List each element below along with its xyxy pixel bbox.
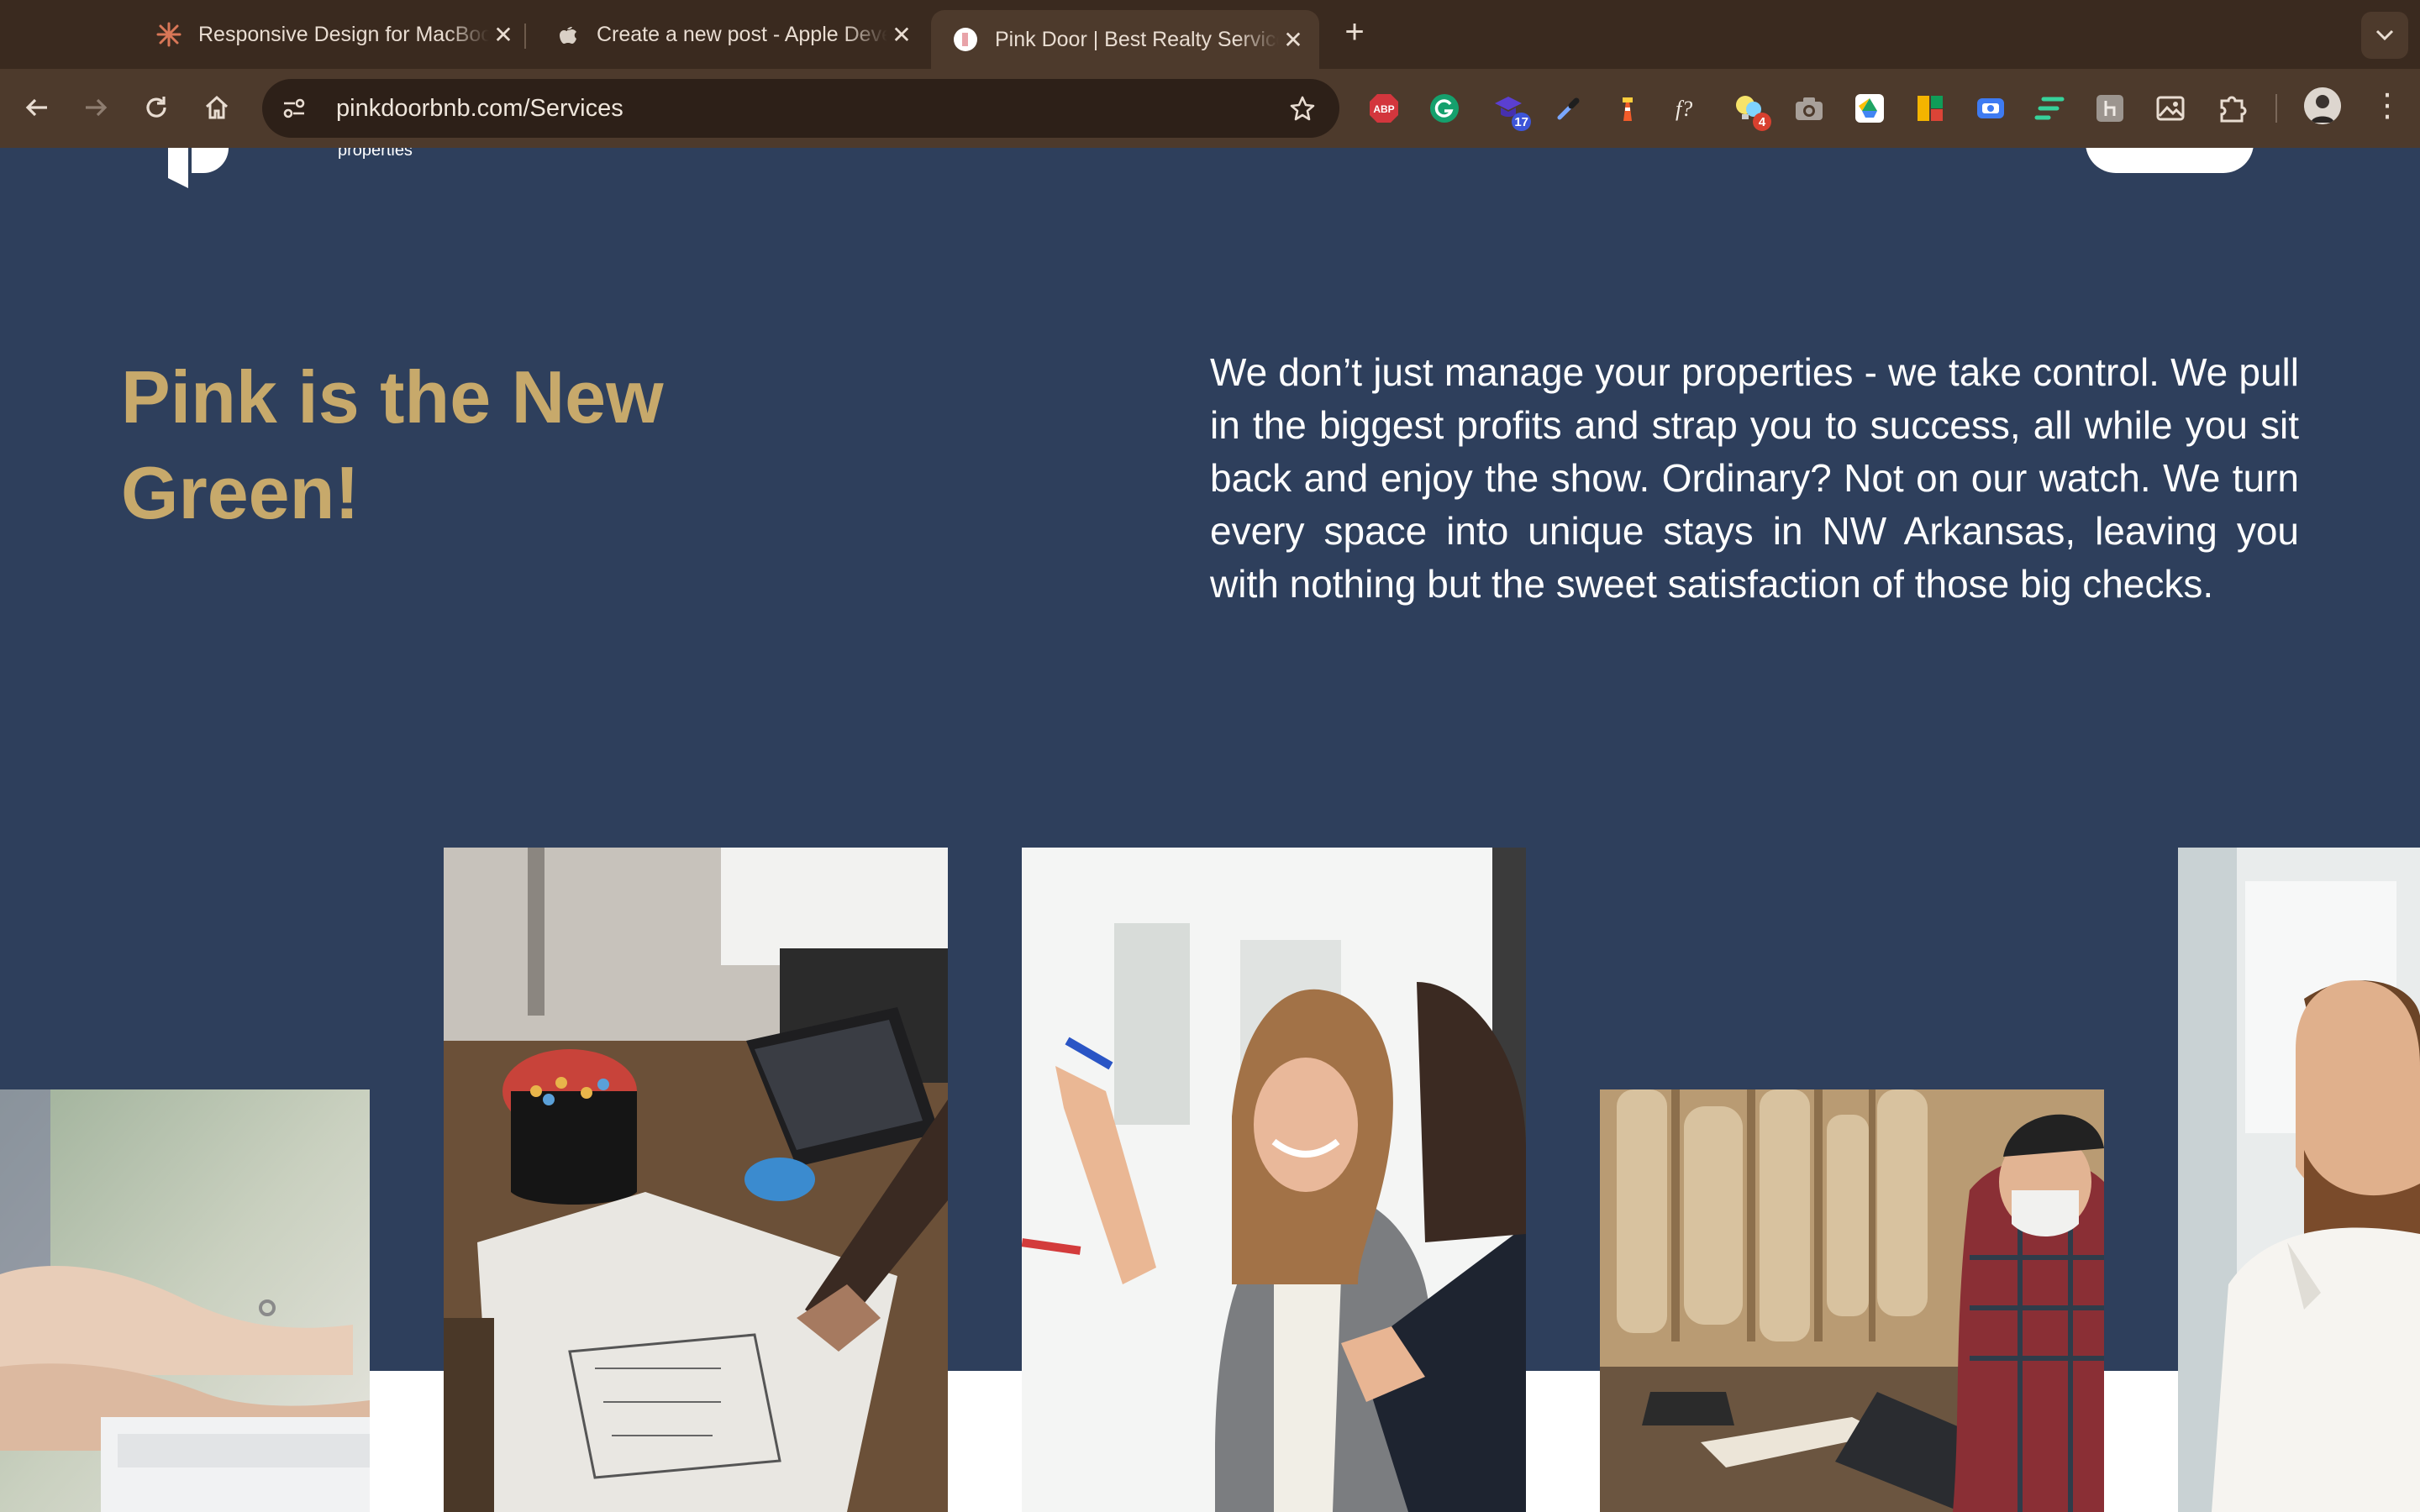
tab-title: Create a new post - Apple Developer xyxy=(597,22,887,46)
close-tab-icon[interactable]: ✕ xyxy=(489,21,518,49)
home-icon[interactable] xyxy=(197,87,237,128)
colorful-extension-icon[interactable] xyxy=(1912,91,1948,126)
extension-badge: 4 xyxy=(1753,113,1771,131)
hero-headline: Pink is the New Green! xyxy=(121,355,664,534)
gray-extension-icon[interactable] xyxy=(2092,91,2128,126)
url-text: pinkdoorbnb.com/Services xyxy=(336,95,1284,123)
graduation-cap-icon[interactable]: 17 xyxy=(1491,91,1531,131)
tab-title: Pink Door | Best Realty Services xyxy=(995,27,1279,51)
smiling-woman-whiteboard-photo xyxy=(1022,848,1526,1512)
browser-menu-icon[interactable]: ⋮ xyxy=(2371,89,2403,123)
tab-pink-door[interactable]: Pink Door | Best Realty Services ✕ xyxy=(931,10,1319,69)
lighthouse-icon[interactable] xyxy=(1610,91,1645,126)
site-info-icon[interactable] xyxy=(276,90,313,127)
font-identifier-label: f? xyxy=(1676,97,1692,121)
tab-create-post[interactable]: Create a new post - Apple Developer ✕ xyxy=(533,10,928,59)
extension-badge: 17 xyxy=(1512,113,1531,131)
hero-intro-text: We don’t just manage your properties - w… xyxy=(1210,350,2299,606)
logo-subtext: properties xyxy=(338,148,413,160)
url-path: /Services xyxy=(523,94,623,122)
close-tab-icon[interactable]: ✕ xyxy=(887,21,916,49)
pinkdoor-favicon xyxy=(953,27,978,52)
address-bar[interactable]: pinkdoorbnb.com/Services xyxy=(262,79,1339,138)
screen-recorder-icon[interactable] xyxy=(1973,91,2008,126)
tab-separator xyxy=(524,24,526,49)
camera-icon[interactable] xyxy=(1791,91,1827,126)
profile-avatar[interactable] xyxy=(2304,87,2341,124)
reload-icon[interactable] xyxy=(136,87,176,128)
typing-hands-photo xyxy=(0,1089,370,1512)
stripes-extension-icon[interactable] xyxy=(2032,91,2067,126)
eyedropper-icon[interactable] xyxy=(1551,91,1586,126)
bearded-man-photo xyxy=(2178,848,2420,1512)
pink-door-logo[interactable] xyxy=(166,148,234,188)
adblock-label: ABP xyxy=(1373,103,1394,115)
bookmark-star-icon[interactable] xyxy=(1284,90,1321,127)
extensions-puzzle-icon[interactable] xyxy=(2215,91,2250,126)
new-tab-button[interactable]: + xyxy=(1338,13,1371,51)
architect-desk-photo xyxy=(444,848,948,1512)
apple-icon xyxy=(555,22,580,47)
tab-title: Responsive Design for MacBook xyxy=(198,22,489,46)
url-host: pinkdoorbnb.com xyxy=(336,94,523,122)
font-identifier-icon[interactable]: f? xyxy=(1670,91,1706,126)
back-arrow-icon[interactable] xyxy=(17,87,57,128)
tab-strip: Responsive Design for MacBook ✕ Create a… xyxy=(0,0,2420,69)
woodworker-laptop-photo xyxy=(1600,1089,2104,1512)
browser-toolbar: pinkdoorbnb.com/Services ABP 17 f? 4 xyxy=(0,69,2420,148)
lightbulb-icon[interactable]: 4 xyxy=(1731,91,1771,131)
image-icon[interactable] xyxy=(2153,91,2188,126)
tab-search-chevron-icon[interactable] xyxy=(2361,12,2408,59)
toolbar-divider xyxy=(2275,94,2277,123)
grammarly-icon[interactable] xyxy=(1427,91,1462,126)
close-tab-icon[interactable]: ✕ xyxy=(1279,26,1307,54)
adblock-plus-icon[interactable]: ABP xyxy=(1366,91,1402,126)
claude-sparkle-icon xyxy=(156,22,182,47)
page-content: properties Pink is the New Green! We don… xyxy=(0,148,2420,1512)
google-drive-icon[interactable] xyxy=(1852,91,1887,126)
forward-arrow-icon[interactable] xyxy=(76,87,116,128)
tab-responsive-design[interactable]: Responsive Design for MacBook ✕ xyxy=(134,10,529,59)
header-cta-button[interactable] xyxy=(2086,148,2254,173)
